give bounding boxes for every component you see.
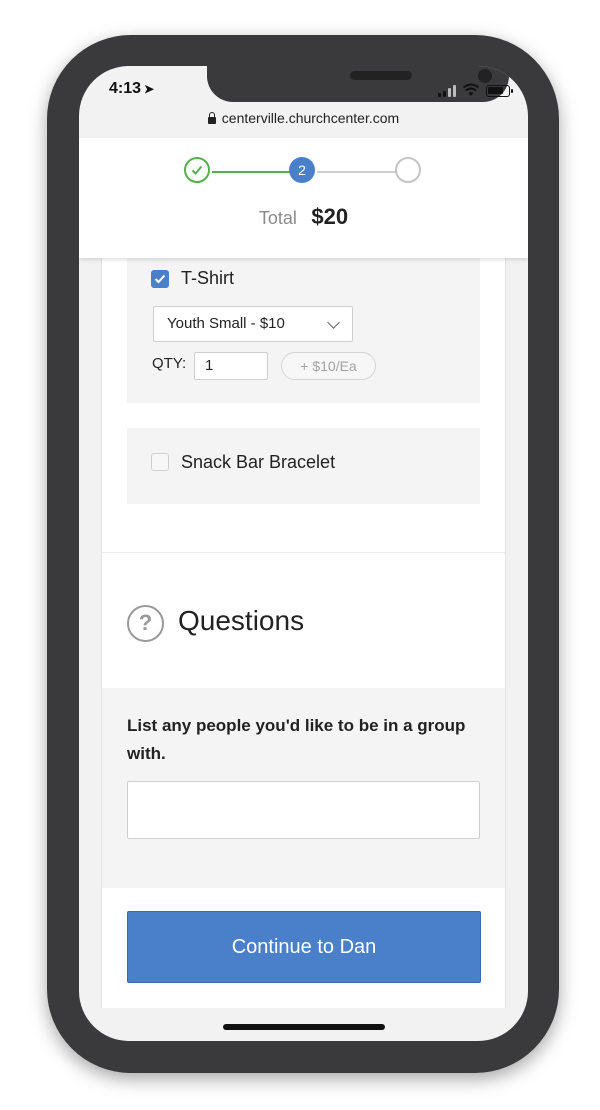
question-item: List any people you'd like to be in a gr…: [102, 688, 505, 888]
check-icon: [191, 165, 203, 175]
home-indicator[interactable]: [223, 1024, 385, 1030]
status-icons: [438, 81, 513, 97]
tshirt-size-select[interactable]: Youth Small - $10: [153, 306, 353, 342]
question-mark-icon: ?: [127, 605, 164, 642]
question-answer-input[interactable]: [127, 781, 480, 839]
speaker: [350, 71, 412, 80]
addon-snack-bar-bracelet: Snack Bar Bracelet: [127, 428, 480, 504]
step-2-current: 2: [289, 157, 315, 183]
questions-header: ? Questions: [102, 552, 505, 689]
step-1-complete[interactable]: [184, 157, 210, 183]
check-icon: [154, 274, 166, 284]
total-row: Total $20: [79, 204, 528, 230]
tshirt-label: T-Shirt: [181, 268, 235, 288]
url-text: centerville.churchcenter.com: [221, 110, 400, 126]
question-label: List any people you'd like to be in a gr…: [127, 716, 466, 763]
questions-title: Questions: [178, 605, 305, 636]
lock-icon: [207, 112, 216, 124]
wifi-icon: [462, 83, 480, 96]
continue-button[interactable]: Continue to Dan: [127, 911, 481, 983]
step-3-upcoming: [395, 157, 421, 183]
size-select-value: Youth Small - $10: [167, 315, 285, 332]
chevron-down-icon: [327, 316, 340, 329]
cellular-signal-icon: [438, 84, 456, 97]
total-label: Total: [258, 208, 297, 228]
total-value: $20: [311, 204, 349, 229]
battery-icon: [486, 85, 513, 97]
progress-line-incomplete: [317, 171, 401, 173]
address-bar[interactable]: centerville.churchcenter.com: [79, 106, 528, 136]
status-time-text: 4:13: [109, 80, 142, 97]
registration-form: T-Shirt Youth Small - $10 QTY: 1 + $10/E…: [101, 258, 506, 1008]
phone-screen: 4:13 ➤ centerville.churchcenter.com 2 Tot…: [79, 66, 528, 1041]
price-per-each-badge: + $10/Ea: [281, 352, 376, 380]
location-arrow-icon: ➤: [144, 82, 155, 96]
qty-label: QTY:: [152, 355, 187, 372]
snack-label: Snack Bar Bracelet: [181, 452, 336, 472]
status-time: 4:13 ➤: [109, 80, 154, 98]
tshirt-checkbox[interactable]: [151, 270, 169, 288]
snack-checkbox[interactable]: [151, 453, 169, 471]
registration-progress-header: 2 Total $20: [79, 138, 528, 258]
qty-input[interactable]: 1: [194, 352, 268, 380]
addon-tshirt: T-Shirt Youth Small - $10 QTY: 1 + $10/E…: [127, 258, 480, 403]
